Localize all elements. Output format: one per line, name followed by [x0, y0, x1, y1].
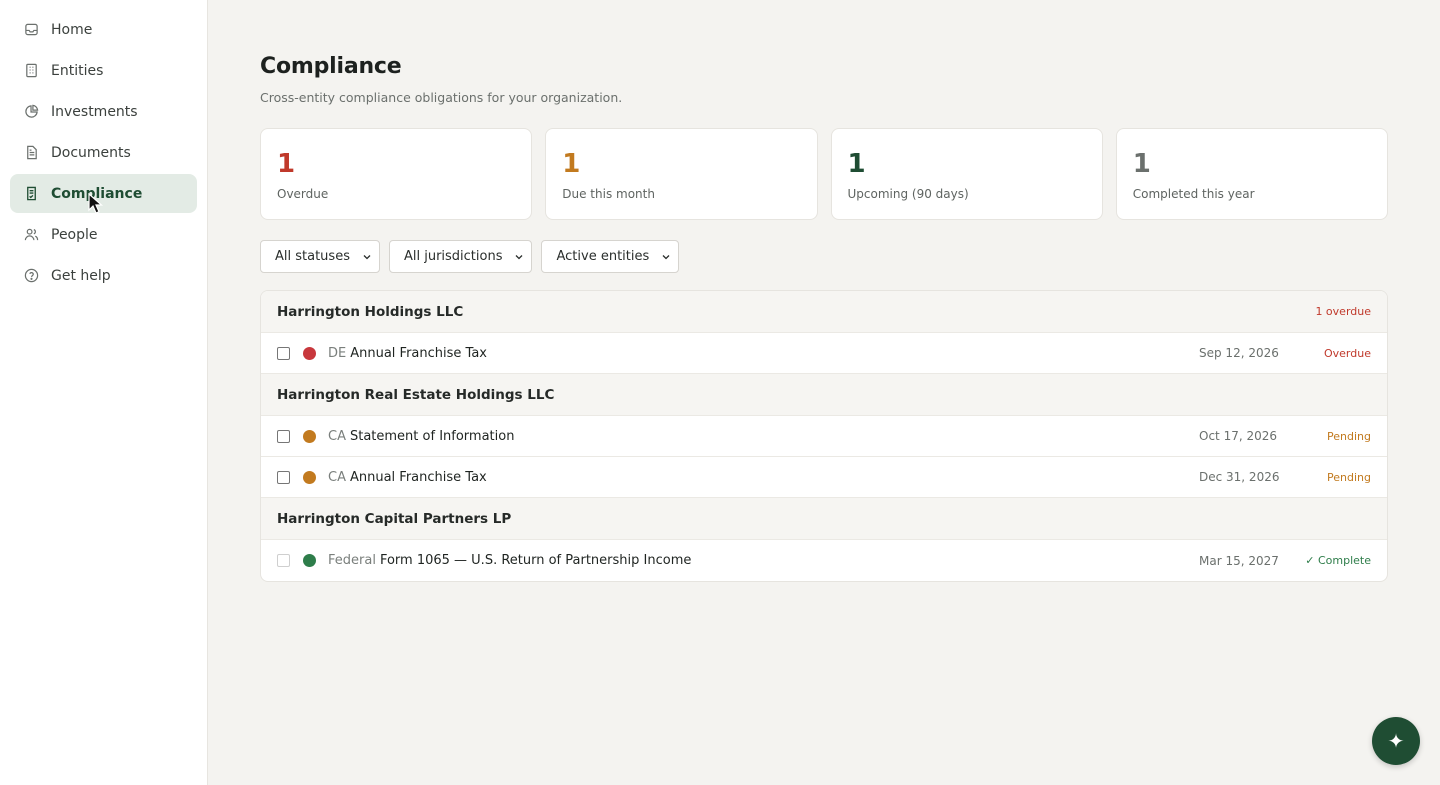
- entities-filter-select[interactable]: Active entities: [541, 240, 680, 273]
- chevron-down-icon: [514, 252, 524, 262]
- main-content: Compliance Cross-entity compliance oblig…: [208, 0, 1440, 785]
- building-icon: [23, 63, 39, 79]
- obligation-row[interactable]: CA Statement of Information Oct 17, 2026…: [261, 416, 1387, 457]
- status-dot: [303, 470, 316, 484]
- due-date: Sep 12, 2026: [1199, 346, 1279, 360]
- status-filter-select[interactable]: All statuses: [260, 240, 380, 273]
- page-subtitle: Cross-entity compliance obligations for …: [260, 90, 623, 105]
- stat-value: 1: [562, 149, 581, 179]
- sidebar-item-label: Entities: [51, 62, 104, 79]
- stat-value: 1: [847, 149, 866, 179]
- stat-label: Completed this year: [1132, 187, 1255, 201]
- entity-group-header: Harrington Holdings LLC 1 overdue: [261, 291, 1387, 333]
- entity-group-title: Harrington Holdings LLC: [277, 303, 464, 320]
- row-checkbox: [277, 554, 290, 567]
- sidebar-item-label: Documents: [51, 144, 131, 161]
- checklist-icon: [23, 186, 39, 202]
- obligation-row[interactable]: Federal Form 1065 — U.S. Return of Partn…: [261, 540, 1387, 581]
- people-icon: [23, 227, 39, 243]
- entity-group-header: Harrington Capital Partners LP: [261, 498, 1387, 540]
- chevron-down-icon: [362, 252, 372, 262]
- status-label: Pending: [1327, 429, 1371, 443]
- row-checkbox[interactable]: [277, 470, 290, 484]
- due-date: Mar 15, 2027: [1199, 553, 1279, 568]
- stats-row: 1 Overdue 1 Due this month 1 Upcoming (9…: [260, 128, 1388, 220]
- stat-card-overdue: 1 Overdue: [260, 128, 533, 220]
- entity-group-title: Harrington Real Estate Holdings LLC: [277, 386, 555, 403]
- sidebar-item-label: Home: [51, 21, 93, 38]
- overdue-count-badge: 1 overdue: [1315, 305, 1371, 318]
- due-date: Dec 31, 2026: [1199, 470, 1280, 484]
- jurisdiction-label: DE: [328, 345, 347, 361]
- jurisdiction-filter-value: All jurisdictions: [403, 249, 503, 264]
- status-dot: [303, 554, 316, 567]
- obligation-row[interactable]: CA Annual Franchise Tax Dec 31, 2026 Pen…: [261, 457, 1387, 498]
- jurisdiction-label: CA: [328, 469, 346, 485]
- sidebar-item-people[interactable]: People: [10, 215, 197, 254]
- pie-chart-icon: [23, 104, 39, 120]
- obligations-table: Harrington Holdings LLC 1 overdue DE Ann…: [260, 290, 1388, 582]
- stat-card-completed: 1 Completed this year: [1115, 128, 1388, 220]
- status-dot: [303, 346, 316, 360]
- status-label: Pending: [1327, 470, 1371, 484]
- document-icon: [23, 145, 39, 161]
- sidebar-item-entities[interactable]: Entities: [10, 51, 197, 90]
- mouse-cursor-icon: [88, 193, 104, 214]
- row-checkbox[interactable]: [277, 429, 290, 443]
- obligation-name: Annual Franchise Tax: [350, 345, 487, 361]
- status-filter-value: All statuses: [275, 249, 350, 264]
- filter-bar: All statuses All jurisdictions Active en…: [260, 240, 680, 273]
- stat-label: Overdue: [277, 187, 329, 201]
- obligation-name: Annual Franchise Tax: [349, 469, 487, 485]
- entities-filter-value: Active entities: [556, 249, 650, 264]
- stat-card-due-this-month: 1 Due this month: [545, 128, 818, 220]
- page-title: Compliance: [260, 54, 402, 79]
- sidebar-item-get-help[interactable]: Get help: [10, 256, 197, 295]
- status-label: Overdue: [1324, 346, 1371, 360]
- inbox-icon: [23, 22, 39, 38]
- chevron-down-icon: [661, 252, 671, 262]
- ai-assistant-button[interactable]: ✦: [1372, 717, 1420, 765]
- sidebar-item-label: Investments: [51, 103, 138, 120]
- obligation-name: Form 1065 — U.S. Return of Partnership I…: [379, 553, 692, 568]
- obligation-name: Statement of Information: [349, 428, 515, 444]
- jurisdiction-filter-select[interactable]: All jurisdictions: [388, 240, 533, 273]
- status-dot: [303, 429, 316, 443]
- jurisdiction-label: Federal: [328, 553, 376, 568]
- stat-value: 1: [1132, 149, 1151, 179]
- entity-group-header: Harrington Real Estate Holdings LLC: [261, 374, 1387, 416]
- stat-value: 1: [277, 149, 296, 179]
- sidebar-item-investments[interactable]: Investments: [10, 92, 197, 131]
- sidebar-item-home[interactable]: Home: [10, 10, 197, 49]
- sparkle-icon: ✦: [1387, 729, 1405, 753]
- stat-card-upcoming: 1 Upcoming (90 days): [830, 128, 1103, 220]
- obligation-row[interactable]: DE Annual Franchise Tax Sep 12, 2026 Ove…: [261, 333, 1387, 374]
- entity-group-title: Harrington Capital Partners LP: [277, 510, 512, 527]
- stat-label: Upcoming (90 days): [847, 187, 969, 201]
- stat-label: Due this month: [562, 187, 655, 201]
- sidebar-item-label: People: [51, 226, 98, 243]
- sidebar-item-documents[interactable]: Documents: [10, 133, 197, 172]
- sidebar-item-label: Get help: [51, 267, 111, 284]
- status-label: ✓ Complete: [1305, 554, 1371, 567]
- help-circle-icon: [23, 268, 39, 284]
- sidebar: Home Entities Investments Documents Comp…: [0, 0, 208, 785]
- row-checkbox[interactable]: [277, 346, 290, 360]
- due-date: Oct 17, 2026: [1199, 429, 1277, 443]
- jurisdiction-label: CA: [328, 428, 346, 444]
